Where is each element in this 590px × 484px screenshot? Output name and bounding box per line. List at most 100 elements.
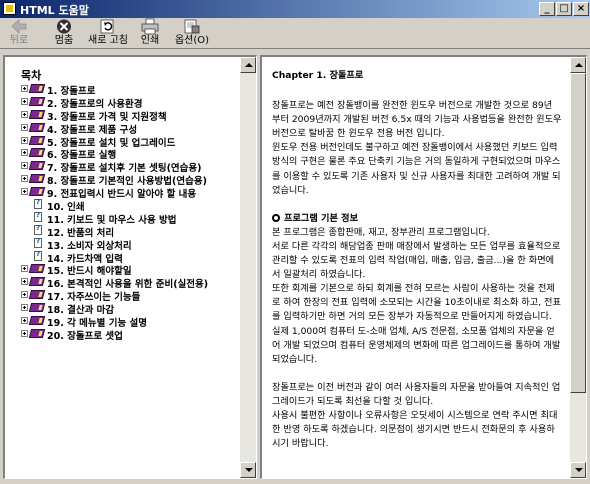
expand-plus-icon[interactable] [21, 291, 28, 299]
hide-label: 멈춤 [54, 35, 74, 46]
refresh-icon [100, 19, 114, 34]
topic-heading: Chapter 1. 장돌프로 [272, 70, 364, 81]
toc-item-label: 8. 장돌프로 기본적인 사용방법(연습용) [47, 176, 207, 188]
book-icon [28, 303, 46, 313]
toc-item-label: 6. 장돌프로 실행 [47, 150, 117, 162]
content-pane: Chapter 1. 장돌프로 장돌프로는 예전 장돌뱅이를 완전한 윈도우 버… [260, 55, 587, 479]
expand-plus-icon[interactable] [21, 329, 28, 337]
arrow-down-icon [575, 468, 583, 472]
arrow-up-icon [245, 63, 253, 67]
toc-item-label: 17. 자주쓰이는 기능들 [47, 292, 141, 304]
section-title: 프로그램 기본 정보 [284, 212, 359, 224]
book-icon [28, 148, 46, 158]
book-icon [28, 109, 46, 119]
intro-text-2: 윈도우 전용 버전인데도 불구하고 예전 장돌뱅이에서 사용했던 키보드 입력방… [272, 142, 561, 196]
expand-plus-icon[interactable] [21, 317, 28, 325]
topic-document: Chapter 1. 장돌프로 장돌프로는 예전 장돌뱅이를 완전한 윈도우 버… [272, 69, 562, 465]
book-icon [28, 290, 46, 300]
content-scroll-up-button[interactable] [570, 57, 586, 73]
back-button[interactable]: 뒤로 [6, 18, 32, 48]
expand-plus-icon[interactable] [21, 162, 28, 170]
book-icon [28, 187, 46, 197]
expand-plus-icon[interactable] [21, 304, 28, 312]
book-icon [28, 174, 46, 184]
book-icon [28, 122, 46, 132]
expand-plus-icon[interactable] [21, 97, 28, 105]
toc-scrollbar[interactable] [240, 57, 256, 478]
book-icon [28, 316, 46, 326]
expand-plus-icon[interactable] [21, 188, 28, 196]
toc-item-label: 11. 키보드 및 마우스 사용 방법 [47, 214, 177, 226]
toc-item-label: 3. 장돌프로 가격 및 지원정책 [47, 111, 167, 123]
toc-item-label: 13. 소비자 외상처리 [47, 240, 132, 252]
page-icon [34, 224, 42, 235]
title-bar: HTML 도움말 _ □ × [0, 0, 590, 18]
closing-text-2: 사용시 불편한 사항이나 오류사항은 오딧세이 시스템으로 연락 주시면 최대한… [272, 409, 558, 450]
toc-item-label: 20. 장돌프로 셋업 [47, 330, 123, 342]
bullet-icon [272, 213, 280, 222]
intro-text-1: 장돌프로는 예전 장돌뱅이를 완전한 윈도우 버전으로 개발한 것으로 89년 … [272, 100, 562, 140]
toc-pane: 목차 1. 장돌프로 2. 장돌프로의 사용환경 3. 장돌프로 가격 및 지원정책… [3, 55, 257, 479]
section-heading: 프로그램 기본 정보 [272, 212, 562, 226]
info-text-4: 실제 1,000여 컴퓨터 도-소매 업체, A/S 전문점, 소모품 업체의 … [272, 325, 561, 365]
expand-plus-icon[interactable] [21, 123, 28, 131]
toc-item-label: 1. 장돌프로 [47, 86, 96, 97]
toolbar: 뒤로 멈춤 새로 고침 인쇄 옵션(O) [0, 18, 590, 49]
toc-item-label: 5. 장돌프로 설치 및 업그레이드 [47, 137, 176, 149]
hide-button[interactable]: 멈춤 [50, 18, 78, 48]
expand-plus-icon[interactable] [21, 149, 28, 157]
info-text-1: 본 프로그램은 종합판매, 재고, 장부관리 프로그램입니다. [272, 226, 490, 238]
toc-title: 목차 [21, 69, 42, 82]
toc-scroll-up-button[interactable] [240, 57, 256, 73]
book-icon [28, 84, 46, 93]
book-icon [28, 328, 46, 338]
toc-item-label: 7. 장돌프로 설치후 기본 셋팅(연습용) [47, 163, 202, 175]
toc-item-label: 10. 인쇄 [47, 202, 85, 214]
toc-scroll-down-button[interactable] [240, 462, 256, 478]
help-app-icon [3, 2, 16, 15]
toc-item-label: 19. 각 메뉴별 기능 설명 [47, 318, 147, 330]
options-button[interactable]: 옵션(O) [174, 18, 210, 48]
printer-icon [141, 18, 159, 35]
toc-item-label: 2. 장돌프로의 사용환경 [47, 98, 143, 110]
options-icon [184, 19, 200, 34]
toc-item-label: 14. 카드차액 입력 [47, 253, 123, 265]
stop-icon [57, 19, 71, 34]
page-icon [34, 237, 42, 248]
book-icon [28, 96, 46, 106]
closing-paragraph: 장돌프로는 이전 버전과 같이 여러 사용자들의 자문을 받아들여 지속적인 업… [272, 381, 562, 451]
toc-item-label: 18. 결산과 마감 [47, 305, 115, 317]
info-paragraph: 본 프로그램은 종합판매, 재고, 장부관리 프로그램입니다. 서로 다른 각각… [272, 226, 562, 367]
toc-item-label: 9. 전표입력시 반드시 알아야 할 내용 [47, 189, 197, 201]
expand-plus-icon[interactable] [21, 110, 28, 118]
info-text-3: 또한 회계를 기본으로 하되 회계를 전혀 모르는 사람이 사용하는 것을 전제… [272, 283, 561, 323]
minimize-button[interactable]: _ [539, 2, 555, 16]
info-text-2: 서로 다른 각각의 해당업종 판매 매장에서 발생하는 모든 업무를 효율적으로… [272, 240, 561, 281]
expand-plus-icon[interactable] [21, 136, 28, 144]
content-scroll-down-button[interactable] [570, 462, 586, 478]
refresh-button[interactable]: 새로 고침 [88, 18, 128, 48]
content-scrollbar[interactable] [570, 57, 586, 478]
expand-plus-icon[interactable] [21, 278, 28, 286]
intro-paragraph: 장돌프로는 예전 장돌뱅이를 완전한 윈도우 버전으로 개발한 것으로 89년 … [272, 99, 562, 198]
toc-item-label: 12. 반품의 처리 [47, 227, 115, 239]
book-icon [28, 161, 46, 171]
maximize-button[interactable]: □ [556, 2, 572, 16]
expand-plus-icon[interactable] [21, 85, 28, 92]
page-icon [34, 211, 42, 222]
arrow-down-icon [245, 468, 253, 472]
refresh-label: 새로 고침 [88, 35, 128, 46]
expand-plus-icon[interactable] [21, 175, 28, 183]
content-scroll-thumb[interactable] [570, 73, 586, 393]
expand-plus-icon[interactable] [21, 265, 28, 273]
toc-item-label: 15. 반드시 해야할일 [47, 266, 132, 278]
toc-item-label: 16. 본격적인 사용을 위한 준비(실전용) [47, 279, 209, 291]
toc-item-label: 4. 장돌프로 제품 구성 [47, 124, 138, 136]
options-label: 옵션(O) [174, 35, 210, 46]
window-title: HTML 도움말 [20, 4, 89, 17]
book-icon [28, 277, 46, 287]
arrow-up-icon [575, 63, 583, 67]
print-button[interactable]: 인쇄 [136, 18, 164, 48]
page-icon [34, 250, 42, 261]
close-button[interactable]: × [573, 2, 589, 16]
